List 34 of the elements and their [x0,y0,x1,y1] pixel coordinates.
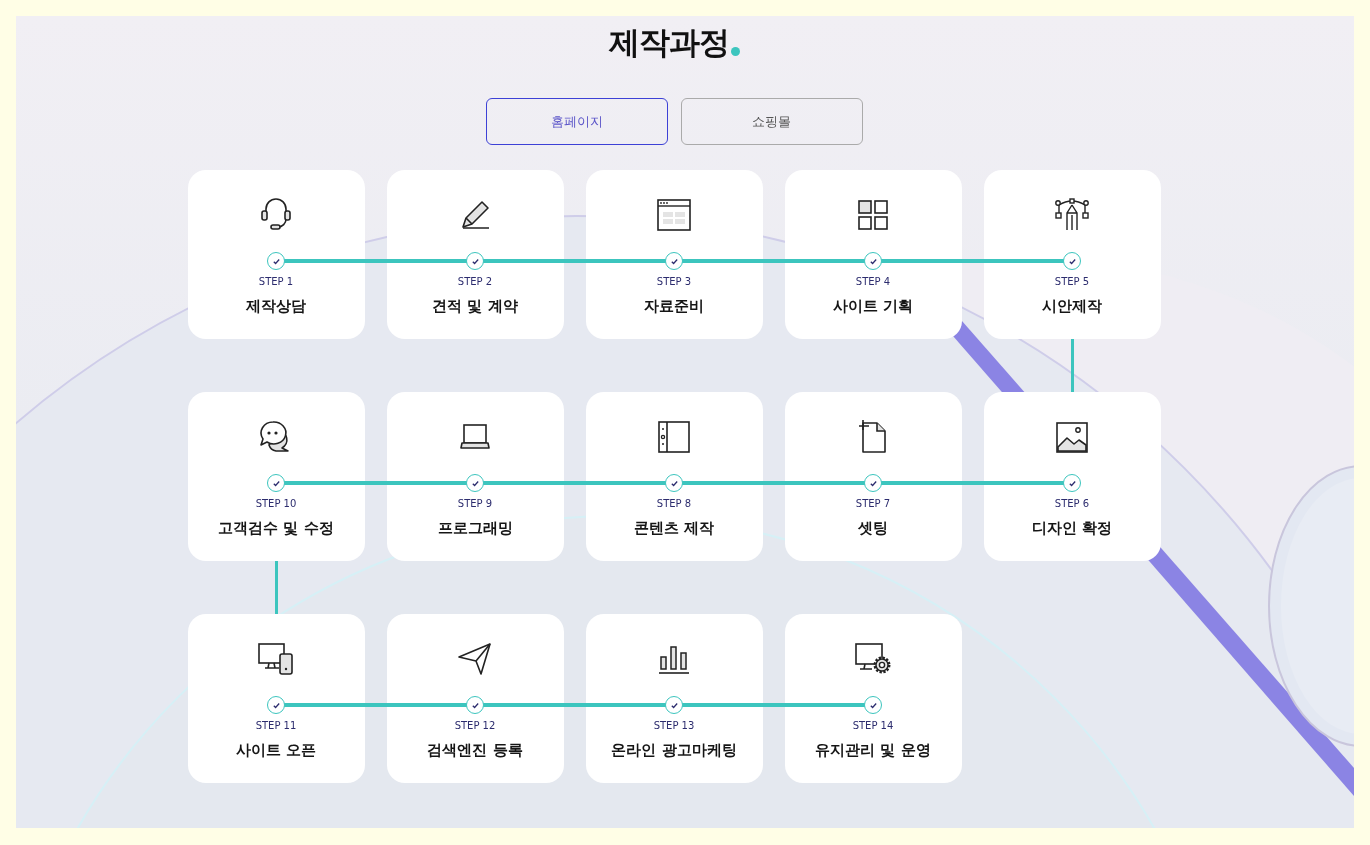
step-title: 시안제작 [1042,297,1102,316]
connector-line [1070,339,1074,392]
title-dot-icon [730,47,740,56]
step-title: 사이트 기획 [832,297,914,316]
step-number: STEP 7 [855,497,891,511]
tab[interactable]: 쇼핑몰 [680,98,863,145]
step-title: 검색엔진 등록 [427,741,523,760]
step-number: STEP 2 [457,275,493,289]
step-number: STEP 3 [656,275,692,289]
step-title: 디자인 확정 [1031,519,1113,538]
step-number: STEP 4 [855,275,891,289]
step-number: STEP 11 [255,719,297,733]
step-title: 견적 및 계약 [432,297,518,316]
step-title: 콘텐츠 제작 [633,519,715,538]
step-title: 셋팅 [858,519,888,538]
step-number: STEP 14 [852,719,894,733]
step-number: STEP 12 [454,719,496,733]
step-number: STEP 5 [1054,275,1090,289]
step-title: 자료준비 [644,297,704,316]
step-title: 사이트 오픈 [235,741,317,760]
step-title: 제작상담 [246,297,306,316]
step-number: STEP 9 [457,497,493,511]
step-title: 고객검수 및 수정 [218,519,334,538]
step-title: 프로그래밍 [437,519,513,538]
section-title: 제작과정 [608,24,729,60]
step-number: STEP 6 [1054,497,1090,511]
step-number: STEP 8 [656,497,692,511]
step-number: STEP 1 [258,275,294,289]
step-title: 유지관리 및 운영 [815,741,931,760]
step-title: 온라인 광고마케팅 [611,741,737,760]
connector-line [274,561,278,614]
tab[interactable]: 홈페이지 [485,98,668,145]
step-number: STEP 10 [255,497,297,511]
step-number: STEP 13 [653,719,695,733]
